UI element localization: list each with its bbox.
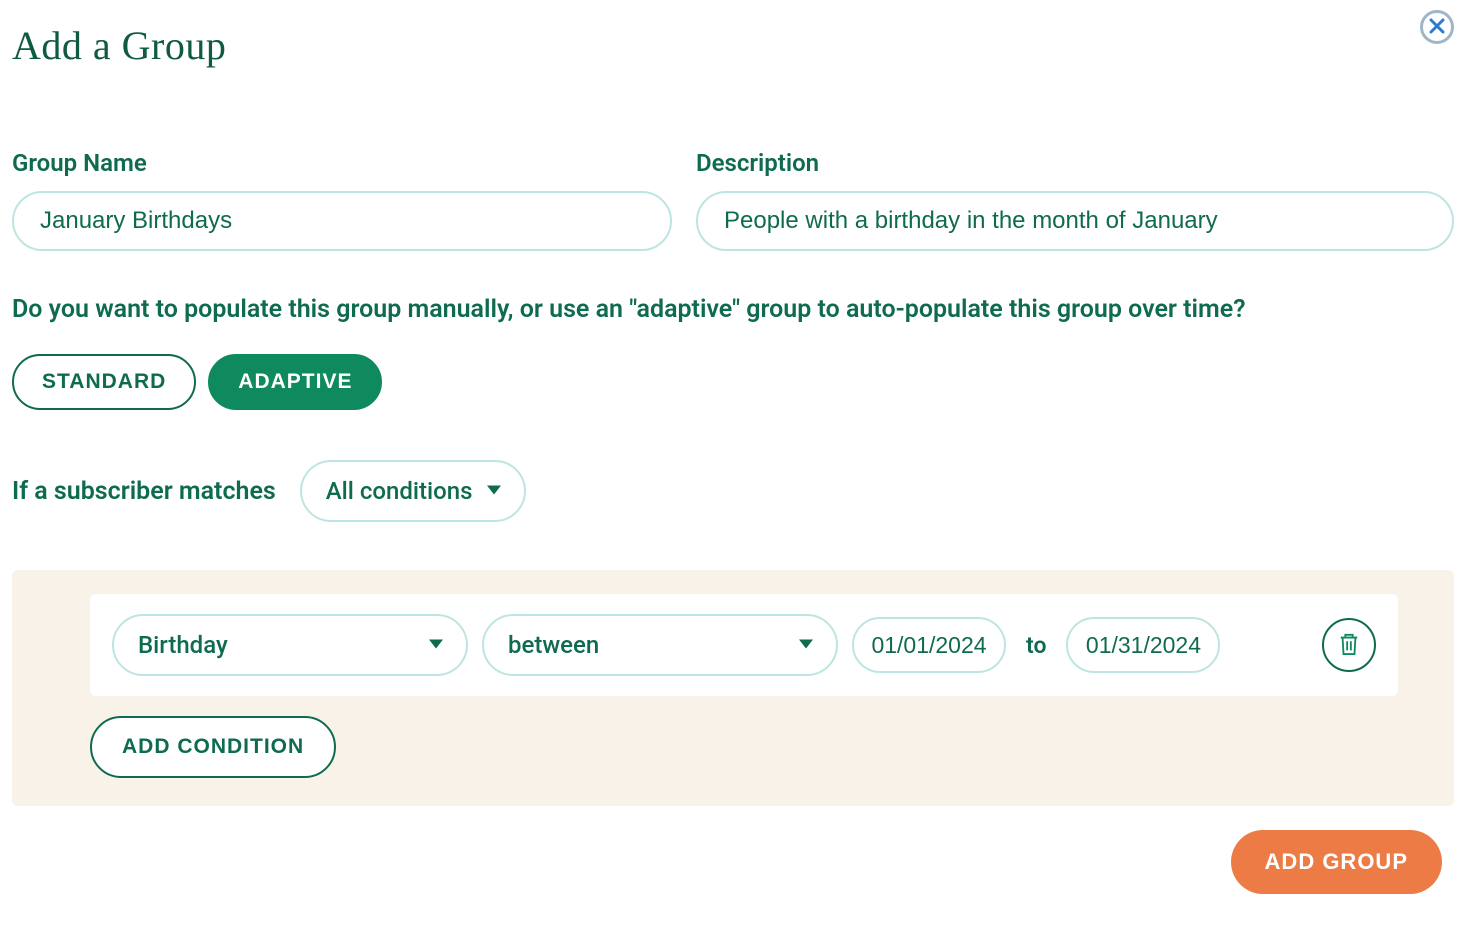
footer-row: ADD GROUP bbox=[12, 806, 1454, 894]
delete-condition-button[interactable] bbox=[1322, 618, 1376, 672]
group-type-toggle: STANDARD ADAPTIVE bbox=[12, 354, 1454, 410]
match-row: If a subscriber matches All conditions bbox=[12, 460, 1454, 522]
add-condition-button[interactable]: ADD CONDITION bbox=[90, 716, 336, 778]
condition-operator-select[interactable]: between bbox=[482, 614, 838, 676]
add-group-submit-button[interactable]: ADD GROUP bbox=[1231, 830, 1442, 894]
condition-operator-value: between bbox=[484, 631, 651, 659]
close-button[interactable] bbox=[1420, 10, 1454, 44]
condition-field-value: Birthday bbox=[114, 631, 280, 659]
description-input[interactable] bbox=[696, 191, 1454, 251]
population-question: Do you want to populate this group manua… bbox=[12, 295, 1454, 324]
description-field-wrap: Description bbox=[696, 149, 1454, 251]
adaptive-button[interactable]: ADAPTIVE bbox=[208, 354, 382, 410]
group-name-input[interactable] bbox=[12, 191, 672, 251]
condition-row: Birthday between to bbox=[90, 594, 1398, 696]
dialog-title: Add a Group bbox=[0, 0, 1466, 69]
condition-field-select[interactable]: Birthday bbox=[112, 614, 468, 676]
match-prefix: If a subscriber matches bbox=[12, 477, 276, 506]
form-area: Group Name Description Do you want to po… bbox=[0, 69, 1466, 894]
condition-date-from-input[interactable] bbox=[852, 617, 1006, 673]
chevron-down-icon bbox=[798, 636, 814, 655]
standard-button[interactable]: STANDARD bbox=[12, 354, 196, 410]
conditions-panel: Birthday between to bbox=[12, 570, 1454, 806]
description-label: Description bbox=[696, 149, 1454, 177]
add-group-dialog: Add a Group Group Name Description Do yo… bbox=[0, 0, 1466, 940]
chevron-down-icon bbox=[486, 482, 502, 501]
condition-date-to-input[interactable] bbox=[1066, 617, 1220, 673]
match-conditions-select[interactable]: All conditions bbox=[300, 460, 527, 522]
condition-to-label: to bbox=[1020, 632, 1052, 659]
top-field-row: Group Name Description bbox=[12, 149, 1454, 251]
group-name-field-wrap: Group Name bbox=[12, 149, 672, 251]
group-name-label: Group Name bbox=[12, 149, 672, 177]
chevron-down-icon bbox=[428, 636, 444, 655]
close-icon bbox=[1429, 18, 1445, 37]
trash-icon bbox=[1338, 632, 1360, 659]
